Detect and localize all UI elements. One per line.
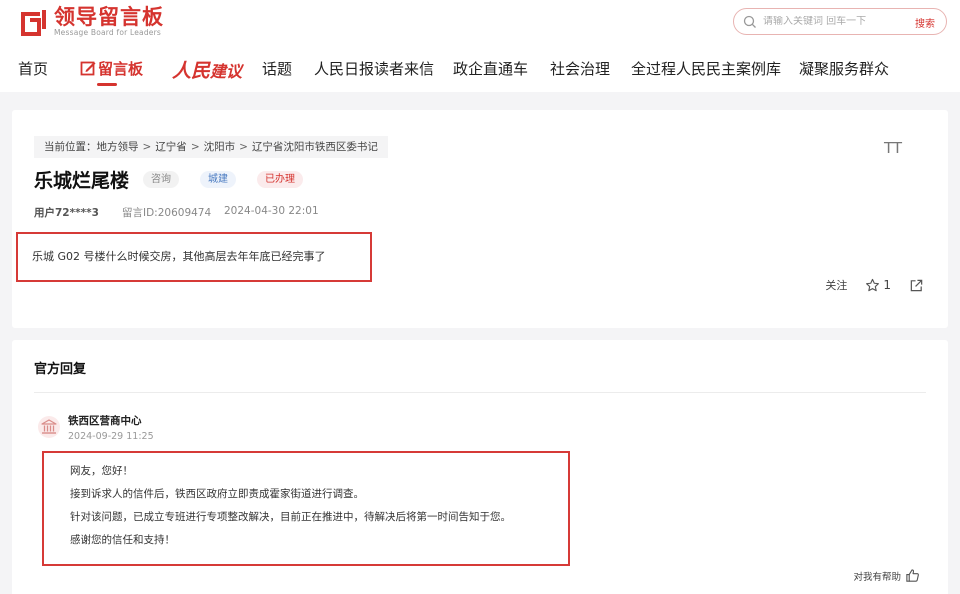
- nav-item-gov-business[interactable]: 政企直通车: [453, 58, 528, 79]
- reply-time: 2024-09-29 11:25: [68, 431, 154, 442]
- message-title: 乐城烂尾楼: [34, 170, 130, 192]
- message-content: 乐城 G02 号楼什么时候交房，其他高层去年年底已经完事了: [32, 250, 326, 263]
- logo-icon: [21, 9, 46, 36]
- logo-subtitle: Message Board for Leaders: [54, 28, 162, 37]
- reply-organization: 铁西区营商中心: [68, 415, 142, 427]
- breadcrumb-item-shenyang[interactable]: 沈阳市: [204, 141, 236, 153]
- status-badge: 已办理: [257, 171, 303, 188]
- message-actions: 关注 1: [825, 277, 924, 293]
- follow-button[interactable]: 关注: [825, 277, 847, 293]
- nav-item-suggestions-label: 建议: [210, 62, 243, 81]
- tag-urban-construction: 城建: [200, 171, 236, 188]
- message-content-highlight: 乐城 G02 号楼什么时候交房，其他高层去年年底已经完事了: [16, 232, 372, 282]
- font-size-icon[interactable]: TT: [884, 139, 902, 157]
- like-count: 1: [883, 278, 891, 292]
- reply-section-title: 官方回复: [34, 362, 87, 377]
- search-input[interactable]: [763, 16, 903, 27]
- nav-item-reader-letters[interactable]: 人民日报读者来信: [314, 58, 434, 79]
- edit-icon: [80, 61, 96, 76]
- breadcrumb-item-local-leaders[interactable]: 地方领导: [97, 141, 139, 153]
- star-icon: [866, 278, 880, 291]
- message-card: 当前位置：地方领导 > 辽宁省 > 沈阳市 > 辽宁省沈阳市铁西区委书记 TT 乐城烂尾楼 …: [12, 110, 948, 328]
- thumbs-up-icon: [906, 569, 919, 582]
- share-icon[interactable]: [909, 278, 924, 293]
- divider: [34, 392, 926, 393]
- nav-item-topics[interactable]: 话题: [262, 58, 292, 79]
- nav-active-indicator: [97, 83, 117, 86]
- breadcrumb-separator: >: [239, 141, 248, 153]
- reply-line: 针对该问题，已成立专班进行专项整改解决，目前正在推进中，待解决后将第一时间告知于…: [70, 511, 511, 523]
- reply-line: 感谢您的信任和支持！: [70, 534, 175, 546]
- bank-icon: [41, 419, 57, 434]
- site-logo[interactable]: 领导留言板 Message Board for Leaders: [18, 6, 164, 37]
- nav-item-democracy-cases[interactable]: 全过程人民民主案例库: [631, 58, 781, 79]
- top-header: 领导留言板 Message Board for Leaders 搜索 首页 留言…: [0, 0, 960, 92]
- main-nav: 首页 留言板 人民建议 话题 人民日报读者来信 政企直通车 社会治理 全过程人民…: [0, 56, 960, 86]
- reply-content-highlight: 网友，您好！ 接到诉求人的信件后，铁西区政府立即责成霍家街道进行调查。 针对该问…: [42, 451, 570, 566]
- nav-item-suggestions[interactable]: 人民建议: [172, 56, 242, 83]
- search-icon: [743, 15, 756, 28]
- breadcrumb: 当前位置：地方领导 > 辽宁省 > 沈阳市 > 辽宁省沈阳市铁西区委书记: [34, 136, 388, 158]
- official-reply-card: 官方回复 铁西区营商中心 2024-09-29 11:25 网友，您好！ 接到诉…: [12, 340, 948, 594]
- reply-line: 接到诉求人的信件后，铁西区政府立即责成霍家街道进行调查。: [70, 488, 364, 500]
- avatar: [38, 416, 60, 438]
- message-author: 用户72****3: [34, 207, 99, 219]
- breadcrumb-item-tiexi-secretary[interactable]: 辽宁省沈阳市铁西区委书记: [252, 141, 378, 153]
- nav-item-message-board[interactable]: 留言板: [80, 58, 143, 79]
- reply-line: 网友，您好！: [70, 465, 133, 477]
- breadcrumb-item-liaoning[interactable]: 辽宁省: [155, 141, 187, 153]
- message-id: 留言ID:20609474: [122, 207, 212, 219]
- nav-item-home[interactable]: 首页: [18, 58, 48, 79]
- search-box: 搜索: [733, 8, 947, 35]
- helpful-label: 对我有帮助: [853, 571, 901, 583]
- helpful-button[interactable]: 对我有帮助: [853, 568, 920, 583]
- breadcrumb-prefix: 当前位置：: [44, 141, 97, 153]
- like-button[interactable]: 1: [865, 278, 891, 293]
- nav-item-suggestions-prefix: 人民: [172, 60, 211, 82]
- nav-item-message-board-label: 留言板: [98, 60, 144, 78]
- logo-title: 领导留言板: [54, 5, 164, 29]
- search-button[interactable]: 搜索: [915, 15, 935, 30]
- tag-consult: 咨询: [143, 171, 179, 188]
- reply-content: 网友，您好！ 接到诉求人的信件后，铁西区政府立即责成霍家街道进行调查。 针对该问…: [70, 463, 511, 555]
- breadcrumb-separator: >: [142, 141, 152, 153]
- breadcrumb-separator: >: [190, 141, 200, 153]
- nav-item-social-governance[interactable]: 社会治理: [550, 58, 610, 79]
- nav-item-serve-masses[interactable]: 凝聚服务群众: [799, 58, 889, 79]
- message-time: 2024-04-30 22:01: [224, 205, 319, 217]
